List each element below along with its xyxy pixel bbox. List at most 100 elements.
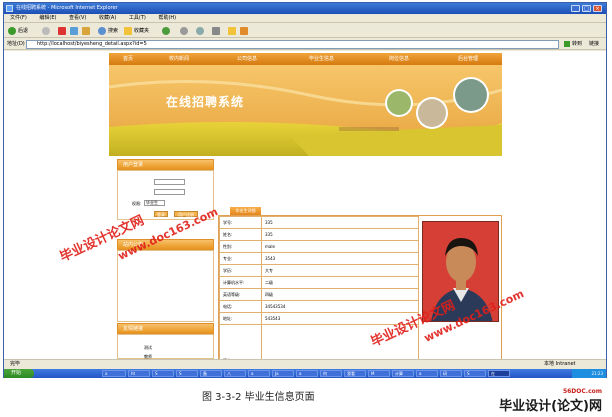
favorites-button[interactable]: 收藏夹 (124, 26, 149, 36)
login-header: 用户登录 (117, 159, 214, 170)
print-icon (212, 26, 220, 35)
nav-jobs[interactable]: 岗位信息 (389, 53, 409, 65)
history-button[interactable] (180, 26, 190, 36)
home-button[interactable] (82, 26, 92, 36)
taskbar-item-active[interactable]: 在 (488, 370, 510, 377)
banner-graphic (109, 65, 502, 156)
field-label: 简介: (219, 324, 262, 359)
menu-help[interactable]: 帮助(H) (158, 15, 176, 21)
media-button[interactable] (162, 26, 172, 36)
taskbar-item[interactable]: ht (128, 370, 150, 377)
field-label: 姓名: (219, 228, 262, 241)
media-icon (162, 26, 170, 35)
refresh-button[interactable] (70, 26, 80, 36)
role-select[interactable]: 毕业生 (144, 200, 165, 206)
taskbar-item[interactable]: S (152, 370, 174, 377)
home-icon (82, 26, 90, 35)
stop-button[interactable] (58, 26, 68, 36)
table-row: 姓名: 335 (219, 228, 419, 241)
username-input[interactable] (154, 179, 185, 185)
back-arrow-icon (8, 26, 16, 35)
table-row: 英语等级: 四级 (219, 288, 419, 301)
taskbar-item[interactable]: a (248, 370, 270, 377)
nav-graduates[interactable]: 毕业生信息 (309, 53, 334, 65)
graduate-detail: 学号: 335 姓名: 335 性别: male 专业: 3543 学历: 大专 计算机水… (218, 215, 502, 359)
folder-button[interactable] (228, 26, 238, 36)
taskbar-item[interactable]: Ja (272, 370, 294, 377)
taskbar-item[interactable]: a (296, 370, 318, 377)
banner-title: 在线招聘系统 (166, 95, 245, 109)
brand-logo: 56DOC.com 毕业设计(论文)网 (470, 388, 602, 414)
back-button[interactable]: 后退 (8, 26, 28, 36)
messenger-button[interactable] (240, 26, 250, 36)
star-icon (124, 26, 132, 35)
folder-icon (228, 26, 236, 35)
figure-caption: 图 3-3-2 毕业生信息页面 (202, 392, 315, 403)
search-button[interactable]: 搜索 (98, 26, 118, 36)
field-label: 学号: (219, 216, 262, 229)
maximize-button[interactable]: □ (582, 5, 591, 12)
browser-window: 在线招聘系统 - Microsoft Internet Explorer _ □… (3, 2, 607, 378)
taskbar-item[interactable]: 计算 (392, 370, 414, 377)
taskbar-item[interactable]: M (368, 370, 390, 377)
clock: 21:23 (572, 369, 606, 378)
window-title: 在线招聘系统 - Microsoft Internet Explorer (16, 5, 118, 11)
taskbar-item[interactable]: 我看 (344, 370, 366, 377)
nav-home[interactable]: 首页 (123, 53, 133, 65)
forward-button[interactable] (42, 26, 52, 36)
history-icon (180, 26, 188, 35)
ie-icon (6, 5, 13, 12)
table-row: 电话: 34543534 (219, 300, 419, 313)
taskbar-item[interactable]: S (176, 370, 198, 377)
forward-arrow-icon (42, 26, 50, 35)
menu-file[interactable]: 文件(F) (10, 15, 27, 21)
mail-icon (196, 26, 204, 35)
minimize-button[interactable]: _ (571, 5, 580, 12)
nav-admin[interactable]: 后台管理 (458, 53, 478, 65)
table-row: 专业: 3543 (219, 252, 419, 265)
messenger-icon (240, 26, 248, 35)
field-value: 335 (261, 216, 419, 229)
address-label: 地址(D) (7, 41, 25, 47)
taskbar-item[interactable]: 八 (224, 370, 246, 377)
address-input[interactable]: http://localhost/biyesheng_detail.aspx?i… (26, 40, 559, 49)
nav-news[interactable]: 校内新闻 (169, 53, 189, 65)
print-button[interactable] (212, 26, 222, 36)
taskbar-item[interactable]: 备 (200, 370, 222, 377)
menu-edit[interactable]: 编辑(E) (39, 15, 56, 21)
mail-button[interactable] (196, 26, 206, 36)
search-label: 搜索 (108, 28, 119, 34)
menu-view[interactable]: 查看(V) (69, 15, 86, 21)
password-input[interactable] (154, 189, 185, 195)
menu-bar: 文件(F) 编辑(E) 查看(V) 收藏(A) 工具(T) 帮助(H) (4, 14, 606, 23)
nav-company[interactable]: 公司信息 (237, 53, 257, 65)
link-item[interactable]: 测试 (144, 345, 152, 351)
field-value: male (261, 240, 419, 253)
table-row: 学历: 大专 (219, 264, 419, 277)
taskbar-item[interactable]: 何 (320, 370, 342, 377)
start-button[interactable]: 开始 (4, 369, 34, 378)
status-bar: 完毕 本地 Intranet (4, 359, 606, 368)
login-button[interactable]: 登录 (154, 211, 168, 217)
table-row: 学号: 335 (219, 216, 419, 229)
menu-tools[interactable]: 工具(T) (129, 15, 146, 21)
field-label: 学历: (219, 264, 262, 277)
close-button[interactable]: × (593, 5, 602, 12)
taskbar-item[interactable]: 研 (440, 370, 462, 377)
taskbar-item[interactable]: a (102, 370, 126, 377)
links-button[interactable]: 链接 (589, 39, 599, 50)
field-value: 34543534 (261, 300, 419, 313)
table-row: 性别: male (219, 240, 419, 253)
field-label: 英语等级: (219, 288, 262, 301)
field-label: 专业: (219, 252, 262, 265)
toolbar: 后退 搜索 收藏夹 (4, 24, 606, 38)
menu-favorites[interactable]: 收藏(A) (99, 15, 116, 21)
taskbar-item[interactable]: a (416, 370, 438, 377)
role-label: 权限: (132, 201, 142, 206)
announcements-panel (117, 250, 214, 322)
field-value: 3543 (261, 252, 419, 265)
brand-site: 56DOC.com (562, 388, 602, 395)
go-button[interactable]: 转到 (564, 40, 588, 49)
taskbar-item[interactable]: S (464, 370, 486, 377)
go-arrow-icon (564, 40, 570, 47)
